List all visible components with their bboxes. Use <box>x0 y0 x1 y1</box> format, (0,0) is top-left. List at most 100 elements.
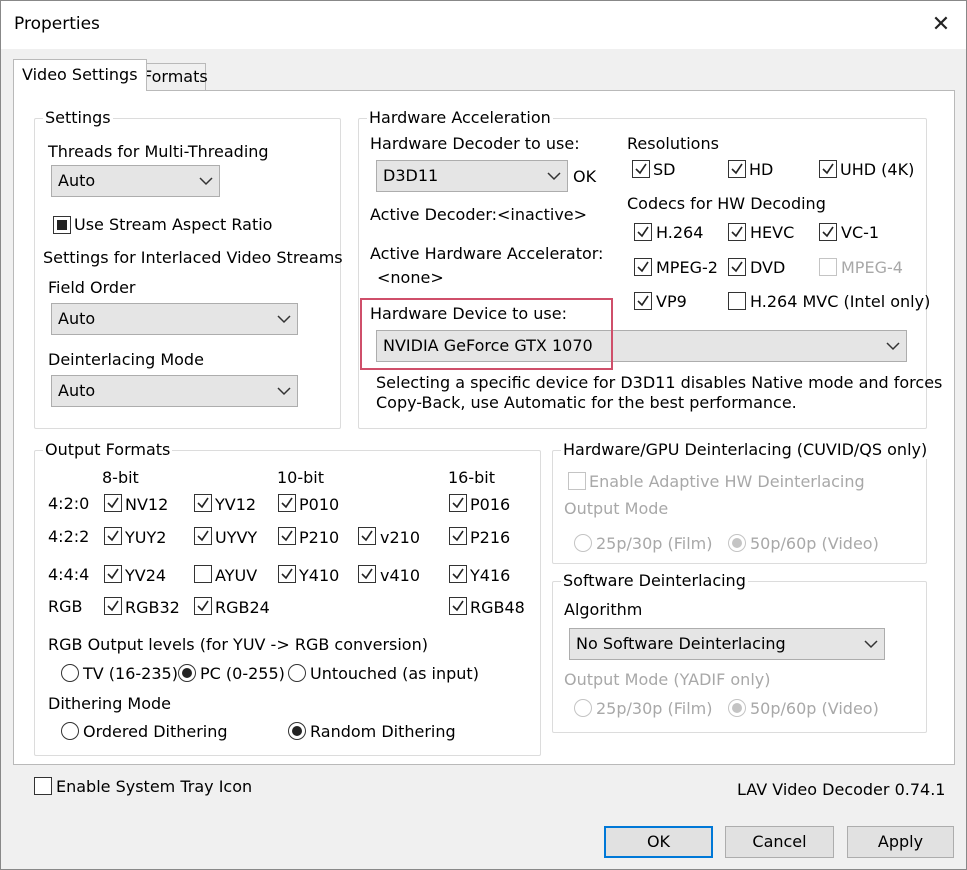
chevron-down-icon <box>199 166 213 196</box>
codec-hevc-label: HEVC <box>750 223 795 242</box>
properties-dialog: Properties ✕ Video Settings Formats Sett… <box>0 0 967 870</box>
threads-combobox[interactable]: Auto <box>51 165 220 197</box>
fmt-rgb24-checkbox[interactable] <box>194 597 212 615</box>
tab-video-settings[interactable]: Video Settings <box>13 59 147 91</box>
fmt-nv12-checkbox[interactable] <box>104 494 122 512</box>
fmt-yv24-checkbox[interactable] <box>104 565 122 583</box>
field-order-combobox[interactable]: Auto <box>51 303 298 335</box>
fmt-v410-label: v410 <box>380 566 421 585</box>
algorithm-combobox[interactable]: No Software Deinterlacing <box>569 628 885 660</box>
adaptive-deint-checkbox[interactable] <box>568 472 586 490</box>
res-sd-label: SD <box>653 160 676 179</box>
fmt-p210-checkbox[interactable] <box>278 527 296 545</box>
codec-vc1-checkbox[interactable] <box>819 223 837 241</box>
field-order-label: Field Order <box>48 278 136 297</box>
codec-mpeg4-checkbox[interactable] <box>819 258 837 276</box>
fmt-ayuv-checkbox[interactable] <box>194 565 212 583</box>
version-label: LAV Video Decoder 0.74.1 <box>737 780 946 799</box>
group-title: Settings <box>43 108 113 127</box>
fmt-p016-checkbox[interactable] <box>449 494 467 512</box>
fmt-yv12-label: YV12 <box>215 495 257 514</box>
stream-aspect-checkbox[interactable] <box>53 216 71 234</box>
fmt-yuy2-label: YUY2 <box>125 528 167 547</box>
fmt-yv12-checkbox[interactable] <box>194 494 212 512</box>
group-title: Output Formats <box>43 440 173 459</box>
level-tv-radio[interactable] <box>61 664 79 682</box>
level-untouched-radio[interactable] <box>288 664 306 682</box>
fmt-rgb48-label: RGB48 <box>470 598 525 617</box>
fmt-y416-label: Y416 <box>470 566 511 585</box>
deint-mode-value: Auto <box>58 381 96 400</box>
col-16bit-label: 16-bit <box>448 468 496 487</box>
resolutions-label: Resolutions <box>627 134 719 153</box>
stream-aspect-label: Use Stream Aspect Ratio <box>74 215 273 234</box>
fmt-p010-checkbox[interactable] <box>278 494 296 512</box>
highlight-annotation <box>360 298 613 370</box>
chevron-down-icon <box>864 629 878 659</box>
res-sd-checkbox[interactable] <box>632 160 650 178</box>
hw-video-label: 50p/60p (Video) <box>750 534 879 553</box>
level-pc-label: PC (0-255) <box>200 664 285 683</box>
group-title: Hardware/GPU Deinterlacing (CUVID/QS onl… <box>561 440 930 459</box>
threads-value: Auto <box>58 171 96 190</box>
dither-ordered-radio[interactable] <box>61 722 79 740</box>
level-pc-radio[interactable] <box>178 664 196 682</box>
group-title: Hardware Acceleration <box>367 108 553 127</box>
hw-output-mode-label: Output Mode <box>564 499 669 518</box>
fmt-nv12-label: NV12 <box>125 495 169 514</box>
codec-vc1-label: VC-1 <box>841 223 880 242</box>
ok-button[interactable]: OK <box>604 826 713 858</box>
codec-mpeg2-checkbox[interactable] <box>634 258 652 276</box>
tray-icon-label: Enable System Tray Icon <box>56 777 253 796</box>
device-note-line2: Copy-Back, use Automatic for the best pe… <box>376 393 797 412</box>
fmt-yuy2-checkbox[interactable] <box>104 527 122 545</box>
cancel-button[interactable]: Cancel <box>725 826 834 858</box>
fmt-v210-checkbox[interactable] <box>358 527 376 545</box>
dither-label: Dithering Mode <box>48 694 172 713</box>
row-420-label: 4:2:0 <box>48 494 90 513</box>
sw-film-radio[interactable] <box>574 699 592 717</box>
dither-random-radio[interactable] <box>288 722 306 740</box>
codec-hevc-checkbox[interactable] <box>728 223 746 241</box>
level-tv-label: TV (16-235) <box>83 664 178 683</box>
deint-mode-combobox[interactable]: Auto <box>51 375 298 407</box>
deint-mode-label: Deinterlacing Mode <box>48 350 204 369</box>
hw-video-radio[interactable] <box>728 534 746 552</box>
fmt-p216-label: P216 <box>470 528 511 547</box>
fmt-rgb32-checkbox[interactable] <box>104 597 122 615</box>
device-note-line1: Selecting a specific device for D3D11 di… <box>376 373 943 392</box>
codec-h264mvc-checkbox[interactable] <box>728 292 746 310</box>
fmt-uyvy-checkbox[interactable] <box>194 527 212 545</box>
fmt-ayuv-label: AYUV <box>215 566 258 585</box>
res-uhd-checkbox[interactable] <box>819 160 837 178</box>
fmt-rgb48-checkbox[interactable] <box>449 597 467 615</box>
chevron-down-icon <box>277 304 291 334</box>
hw-decoder-combobox[interactable]: D3D11 <box>376 160 568 192</box>
tray-icon-checkbox[interactable] <box>34 777 52 795</box>
sw-video-label: 50p/60p (Video) <box>750 699 879 718</box>
close-icon[interactable]: ✕ <box>921 7 961 43</box>
sw-video-radio[interactable] <box>728 699 746 717</box>
codec-dvd-checkbox[interactable] <box>728 258 746 276</box>
codecs-label: Codecs for HW Decoding <box>627 194 826 213</box>
fmt-p216-checkbox[interactable] <box>449 527 467 545</box>
fmt-rgb24-label: RGB24 <box>215 598 270 617</box>
window-title: Properties <box>14 14 100 34</box>
chevron-down-icon <box>277 376 291 406</box>
fmt-yv24-label: YV24 <box>125 566 167 585</box>
codec-h264-checkbox[interactable] <box>634 223 652 241</box>
hw-film-radio[interactable] <box>574 534 592 552</box>
codec-dvd-label: DVD <box>750 258 786 277</box>
sw-output-mode-label: Output Mode (YADIF only) <box>564 670 771 689</box>
codec-h264-label: H.264 <box>656 223 704 242</box>
chevron-down-icon <box>547 161 561 191</box>
fmt-p210-label: P210 <box>299 528 340 547</box>
fmt-y410-checkbox[interactable] <box>278 565 296 583</box>
fmt-v410-checkbox[interactable] <box>358 565 376 583</box>
codec-vp9-checkbox[interactable] <box>634 292 652 310</box>
apply-button[interactable]: Apply <box>847 826 954 858</box>
res-hd-checkbox[interactable] <box>728 160 746 178</box>
rgb-levels-label: RGB Output levels (for YUV -> RGB conver… <box>48 635 428 654</box>
sw-film-label: 25p/30p (Film) <box>596 699 713 718</box>
fmt-y416-checkbox[interactable] <box>449 565 467 583</box>
